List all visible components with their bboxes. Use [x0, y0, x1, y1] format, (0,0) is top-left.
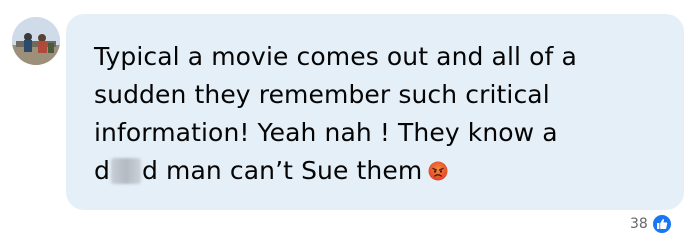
comment-line-suffix: d man can’t Sue them	[141, 156, 423, 185]
comment-line: sudden they remember such critical	[94, 80, 550, 109]
comment-bubble: Typical a movie comes out and all of a s…	[66, 14, 684, 210]
comment-line: information! Yeah nah ! They know a	[94, 118, 558, 147]
comment-line-prefix: d	[94, 156, 110, 185]
reaction-summary[interactable]: 38	[630, 213, 673, 235]
like-thumbs-up-icon	[650, 213, 673, 235]
comment-text: Typical a movie comes out and all of a s…	[94, 38, 664, 190]
avatar-photo	[12, 17, 60, 65]
comment-line: Typical a movie comes out and all of a	[94, 42, 577, 71]
avatar[interactable]	[12, 17, 60, 65]
reaction-count[interactable]: 38	[630, 214, 648, 234]
angry-face-icon	[428, 154, 448, 181]
censored-word-blur	[110, 158, 141, 184]
